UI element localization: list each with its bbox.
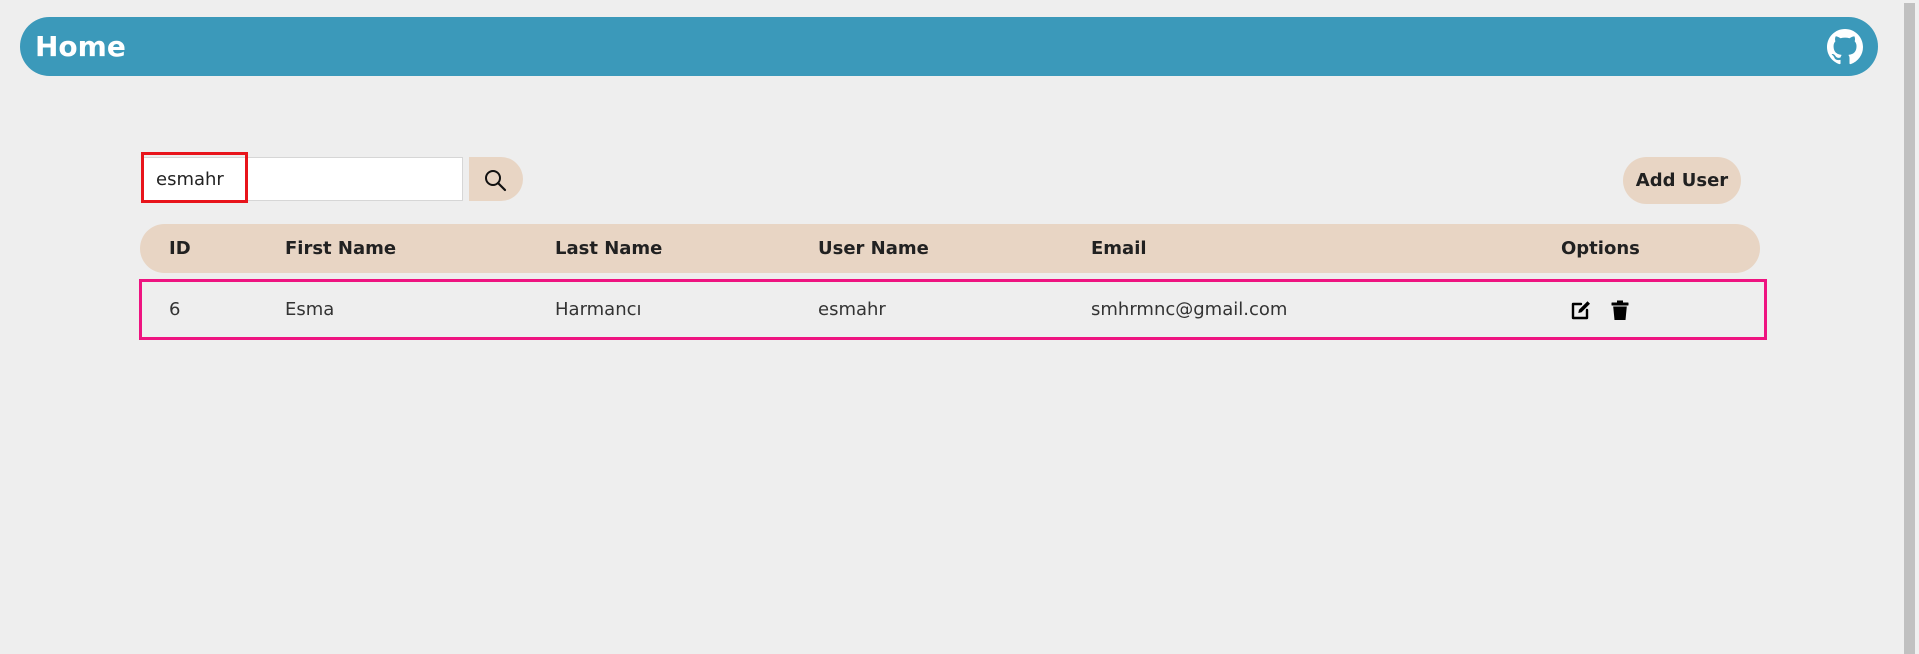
header-user-name: User Name [818,238,929,259]
header-options: Options [1561,238,1640,259]
cell-first-name: Esma [285,299,335,320]
search-button[interactable] [469,157,523,201]
navbar: Home [20,17,1878,76]
header-first-name: First Name [285,238,397,259]
github-icon[interactable] [1827,29,1863,65]
header-id: ID [169,238,191,259]
cell-last-name: Harmancı [555,299,642,320]
header-last-name: Last Name [555,238,663,259]
search-input[interactable] [143,157,463,201]
cell-id: 6 [169,299,181,320]
cell-user-name: esmahr [818,299,886,320]
page: Home Add User ID First Name Last Name Us… [0,0,1919,654]
scrollbar-thumb[interactable] [1904,3,1915,654]
cell-email: smhrmnc@gmail.com [1091,299,1288,320]
trash-icon[interactable] [1608,298,1632,322]
page-title[interactable]: Home [35,17,126,76]
table-header: ID First Name Last Name User Name Email … [140,224,1760,273]
search-icon [485,170,507,192]
add-user-button[interactable]: Add User [1623,157,1741,204]
table-row: 6 Esma Harmancı esmahr smhrmnc@gmail.com [139,279,1767,340]
edit-icon[interactable] [1569,298,1593,322]
header-email: Email [1091,238,1147,259]
scrollbar[interactable] [1900,0,1919,654]
